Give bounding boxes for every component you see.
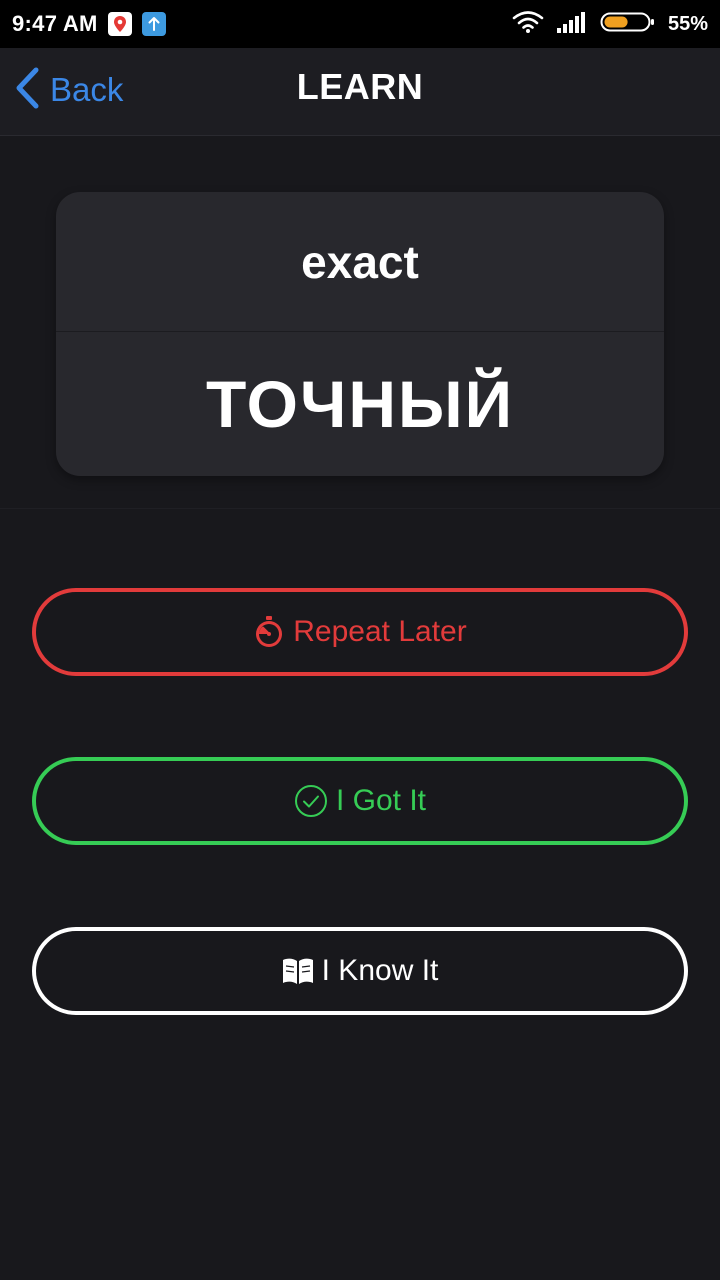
map-pin-icon [107,12,132,36]
check-circle-icon [294,784,328,818]
signal-icon [556,10,588,39]
flashcard-word: exact [56,192,664,332]
know-it-label: I Know It [321,954,439,987]
got-it-button[interactable]: I Got It [32,757,688,845]
battery-icon [600,10,656,39]
status-bar: 9:47 AM 55% [0,0,720,48]
flashcard-translation: ТОЧНЫЙ [205,367,515,441]
battery-percent: 55% [667,12,708,35]
repeat-later-label: Repeat Later [293,615,467,648]
know-it-button[interactable]: I Know It [32,927,688,1015]
upload-icon [141,12,166,36]
wifi-icon [512,10,544,39]
stopwatch-icon [253,615,285,649]
status-left: 9:47 AM [12,11,166,37]
nav-bar: Back LEARN [0,48,720,136]
flashcard: exact ТОЧНЫЙ [56,192,664,476]
status-right: 55% [500,10,708,39]
book-icon [282,956,314,986]
divider [0,508,720,509]
status-time: 9:47 AM [12,11,98,36]
repeat-later-button[interactable]: Repeat Later [32,588,688,676]
page-title: LEARN [296,66,424,107]
got-it-label: I Got It [335,784,427,817]
